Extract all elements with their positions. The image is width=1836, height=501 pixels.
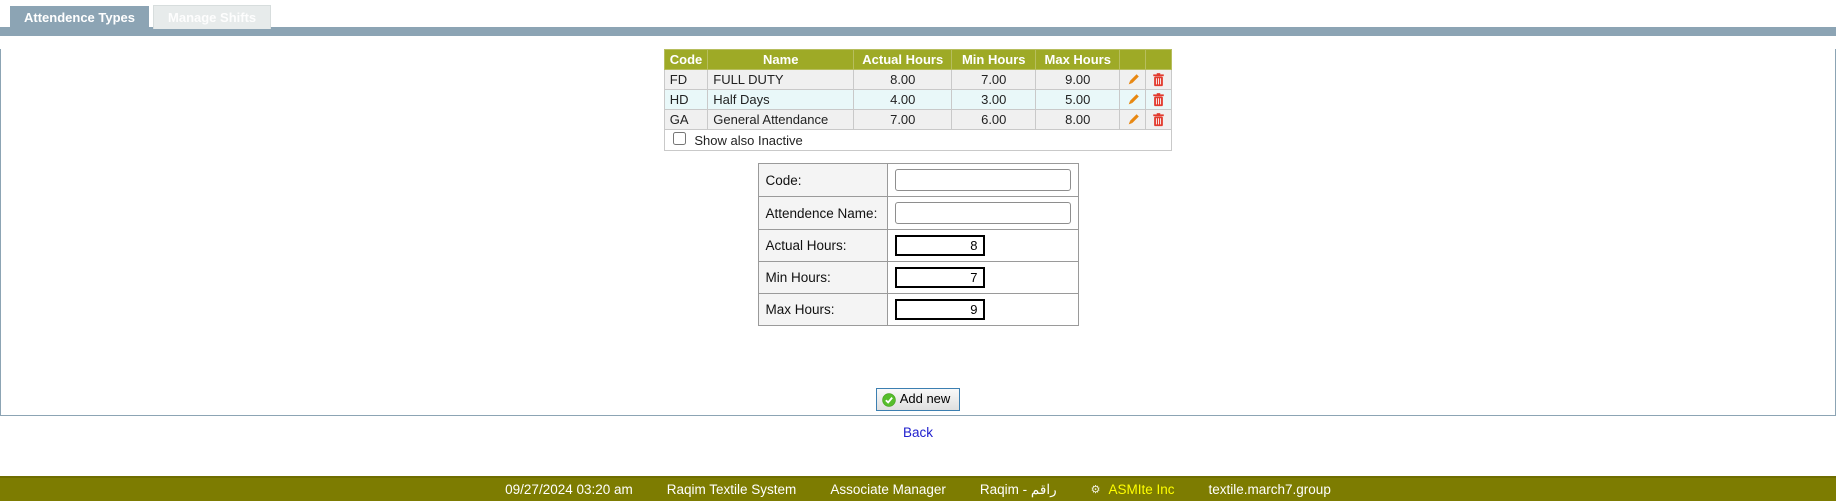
add-new-button[interactable]: Add new <box>876 388 961 411</box>
header-actual-hours: Actual Hours <box>854 50 952 70</box>
tab-accent-strip <box>0 27 1836 36</box>
edit-button[interactable] <box>1120 90 1146 110</box>
tab-manage-shifts[interactable]: Manage Shifts <box>153 5 271 29</box>
form-row-max-hours: Max Hours: <box>758 294 1078 326</box>
cell-code: GA <box>664 110 708 130</box>
trash-icon <box>1152 112 1165 127</box>
check-circle-icon <box>882 391 896 407</box>
cell-min-hours: 6.00 <box>952 110 1036 130</box>
min-hours-input[interactable] <box>895 267 985 288</box>
cell-name: Half Days <box>708 90 854 110</box>
delete-button[interactable] <box>1146 70 1172 90</box>
add-attendance-form: Code: Attendence Name: Actual Hours: Min… <box>758 163 1079 326</box>
table-row: GA General Attendance 7.00 6.00 8.00 <box>664 110 1172 130</box>
header-max-hours: Max Hours <box>1036 50 1120 70</box>
cell-max-hours: 9.00 <box>1036 70 1120 90</box>
code-input[interactable] <box>895 169 1071 191</box>
cell-name: FULL DUTY <box>708 70 854 90</box>
max-hours-label: Max Hours: <box>758 294 887 326</box>
form-row-attendence-name: Attendence Name: <box>758 197 1078 230</box>
header-delete-column <box>1146 50 1172 70</box>
header-name: Name <box>708 50 854 70</box>
footer-domain: textile.march7.group <box>1209 482 1331 497</box>
show-also-inactive-label: Show also Inactive <box>694 133 802 148</box>
form-row-actual-hours: Actual Hours: <box>758 230 1078 262</box>
attendence-name-input[interactable] <box>895 202 1071 224</box>
header-code: Code <box>664 50 708 70</box>
delete-button[interactable] <box>1146 110 1172 130</box>
add-new-label: Add new <box>900 391 951 406</box>
back-row: Back <box>0 425 1836 440</box>
cell-actual-hours: 4.00 <box>854 90 952 110</box>
content-panel: Code Name Actual Hours Min Hours Max Hou… <box>0 49 1836 416</box>
cell-actual-hours: 7.00 <box>854 110 952 130</box>
attendence-name-label: Attendence Name: <box>758 197 887 230</box>
trash-icon <box>1152 72 1165 87</box>
footer-brand: Raqim - راقم <box>980 482 1057 498</box>
cell-actual-hours: 8.00 <box>854 70 952 90</box>
show-also-inactive-checkbox[interactable] <box>673 132 686 145</box>
cell-code: HD <box>664 90 708 110</box>
show-inactive-row: Show also Inactive <box>664 130 1172 151</box>
form-row-code: Code: <box>758 164 1078 197</box>
trash-icon <box>1152 92 1165 107</box>
back-link[interactable]: Back <box>903 425 933 440</box>
tab-attendence-types[interactable]: Attendence Types <box>10 6 149 29</box>
cell-max-hours: 8.00 <box>1036 110 1120 130</box>
edit-button[interactable] <box>1120 110 1146 130</box>
actual-hours-label: Actual Hours: <box>758 230 887 262</box>
pencil-icon <box>1126 92 1140 107</box>
pencil-icon <box>1126 72 1140 87</box>
tab-bar: Attendence TypesManage Shifts <box>0 0 1836 27</box>
footer-bar: 09/27/2024 03:20 am Raqim Textile System… <box>0 476 1836 501</box>
attendance-types-table: Code Name Actual Hours Min Hours Max Hou… <box>664 49 1173 151</box>
footer-system-name: Raqim Textile System <box>667 482 797 497</box>
table-header-row: Code Name Actual Hours Min Hours Max Hou… <box>664 50 1172 70</box>
cell-code: FD <box>664 70 708 90</box>
cell-min-hours: 3.00 <box>952 90 1036 110</box>
header-edit-column <box>1120 50 1146 70</box>
table-row: HD Half Days 4.00 3.00 5.00 <box>664 90 1172 110</box>
min-hours-label: Min Hours: <box>758 262 887 294</box>
cell-max-hours: 5.00 <box>1036 90 1120 110</box>
form-row-min-hours: Min Hours: <box>758 262 1078 294</box>
footer-datetime: 09/27/2024 03:20 am <box>505 482 633 497</box>
code-label: Code: <box>758 164 887 197</box>
max-hours-input[interactable] <box>895 299 985 320</box>
footer-user-role: Associate Manager <box>830 482 946 497</box>
table-row: FD FULL DUTY 8.00 7.00 9.00 <box>664 70 1172 90</box>
footer-company-link[interactable]: ASMIte Inc <box>1108 482 1174 497</box>
header-min-hours: Min Hours <box>952 50 1036 70</box>
pencil-icon <box>1126 112 1140 127</box>
footer-company-group: ⚙ ASMIte Inc <box>1091 482 1175 497</box>
cell-min-hours: 7.00 <box>952 70 1036 90</box>
delete-button[interactable] <box>1146 90 1172 110</box>
cell-name: General Attendance <box>708 110 854 130</box>
gear-icon: ⚙ <box>1091 483 1101 496</box>
actual-hours-input[interactable] <box>895 235 985 256</box>
edit-button[interactable] <box>1120 70 1146 90</box>
